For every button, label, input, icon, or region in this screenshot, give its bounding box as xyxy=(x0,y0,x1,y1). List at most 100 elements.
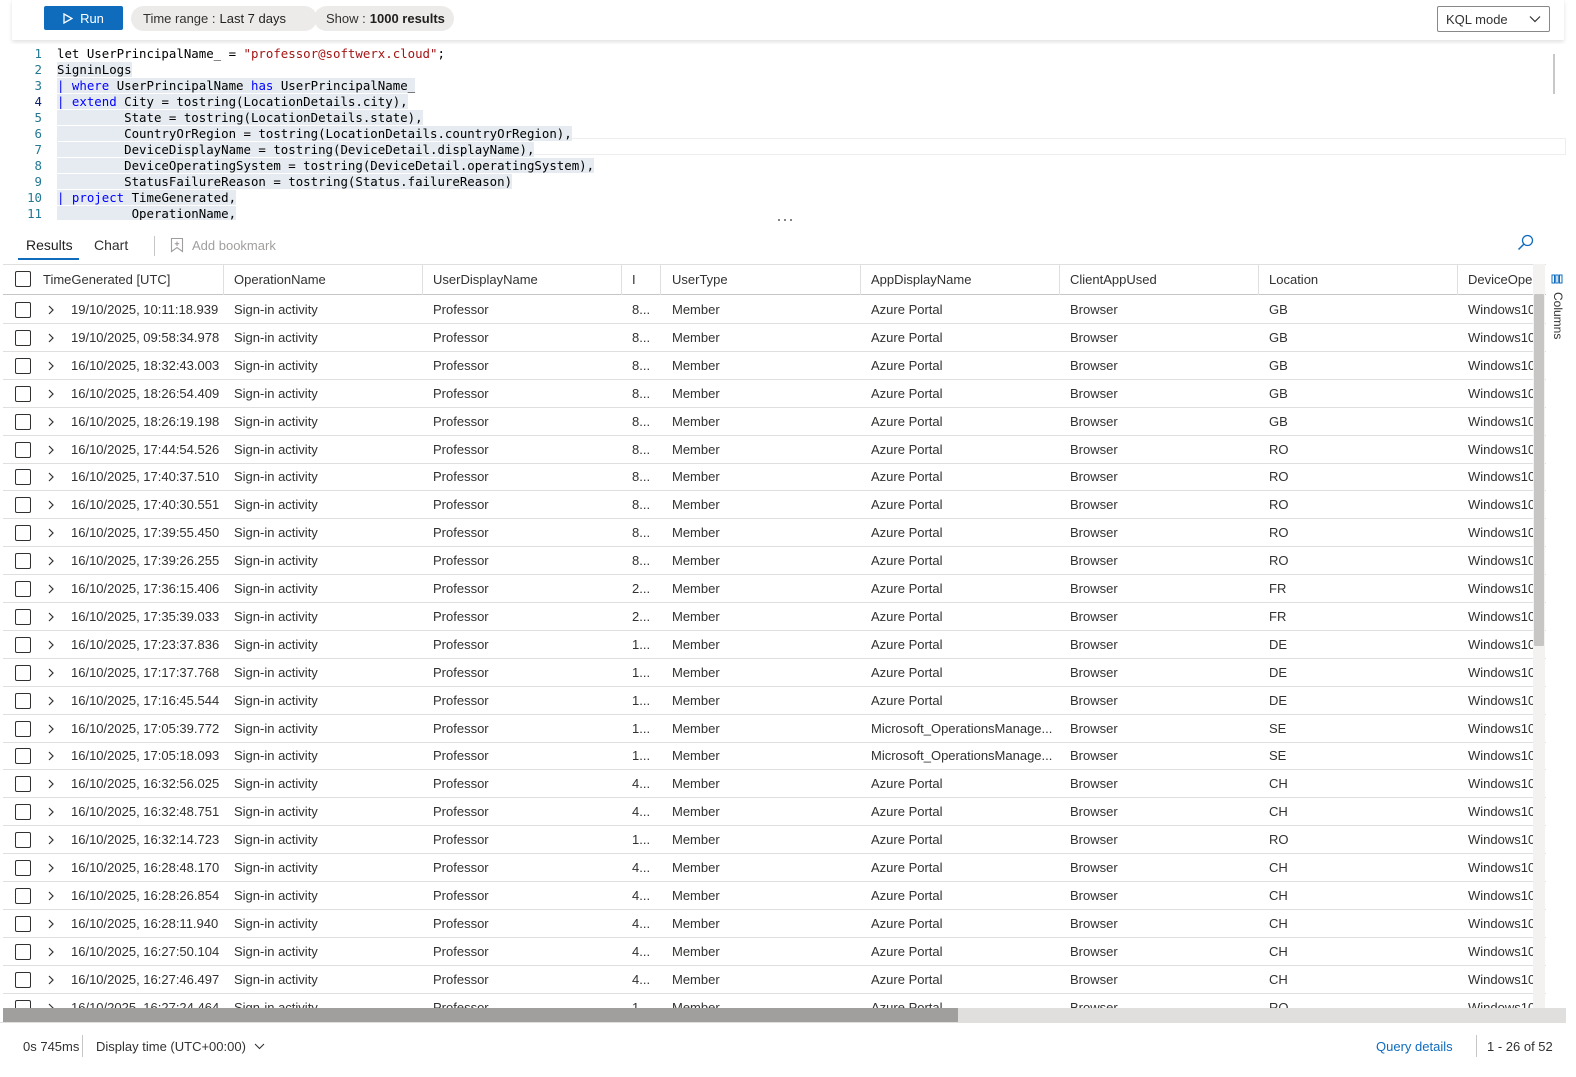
row-checkbox[interactable] xyxy=(15,776,31,793)
column-header[interactable]: AppDisplayName xyxy=(871,265,1064,295)
row-checkbox[interactable] xyxy=(15,720,31,737)
table-row[interactable]: 16/10/2025, 16:27:46.497 Sign-in activity… xyxy=(3,966,1546,994)
table-row[interactable]: 16/10/2025, 17:40:30.551 Sign-in activity… xyxy=(3,491,1546,520)
column-header[interactable]: UserType xyxy=(672,265,865,295)
query-details-link[interactable]: Query details xyxy=(1376,1039,1453,1054)
table-row[interactable]: 16/10/2025, 16:28:48.170 Sign-in activity… xyxy=(3,854,1546,882)
table-row[interactable]: 16/10/2025, 16:32:56.025 Sign-in activity… xyxy=(3,770,1546,799)
chevron-right-icon[interactable] xyxy=(47,500,55,510)
chevron-right-icon[interactable] xyxy=(47,975,55,985)
chevron-right-icon[interactable] xyxy=(47,835,55,845)
chevron-right-icon[interactable] xyxy=(47,472,55,482)
column-resize-handle[interactable] xyxy=(422,265,423,295)
table-row[interactable]: 16/10/2025, 17:23:37.836 Sign-in activity… xyxy=(3,631,1546,659)
column-resize-handle[interactable] xyxy=(1258,265,1259,295)
row-checkbox[interactable] xyxy=(15,748,31,765)
row-checkbox[interactable] xyxy=(15,357,31,374)
table-row[interactable]: 16/10/2025, 16:32:48.751 Sign-in activity… xyxy=(3,798,1546,827)
column-header[interactable]: OperationName xyxy=(234,265,427,295)
table-row[interactable]: 16/10/2025, 17:36:15.406 Sign-in activity… xyxy=(3,575,1546,603)
table-row[interactable]: 16/10/2025, 16:27:24.464 Sign-in activity… xyxy=(3,994,1546,1009)
table-row[interactable]: 16/10/2025, 17:05:39.772 Sign-in activity… xyxy=(3,715,1546,743)
grid-horizontal-scrollbar[interactable] xyxy=(3,1008,1566,1022)
row-checkbox[interactable] xyxy=(15,636,31,653)
tab-results[interactable]: Results xyxy=(26,237,73,253)
row-checkbox[interactable] xyxy=(15,664,31,681)
run-button[interactable]: Run xyxy=(44,6,123,30)
row-checkbox[interactable] xyxy=(15,943,31,960)
chevron-right-icon[interactable] xyxy=(47,333,55,343)
chevron-right-icon[interactable] xyxy=(47,584,55,594)
row-checkbox[interactable] xyxy=(15,971,31,988)
column-header[interactable]: ClientAppUsed xyxy=(1070,265,1263,295)
column-header[interactable]: UserDisplayName xyxy=(433,265,626,295)
row-checkbox[interactable] xyxy=(15,413,31,430)
chevron-right-icon[interactable] xyxy=(47,779,55,789)
table-row[interactable]: 16/10/2025, 18:26:54.409 Sign-in activity… xyxy=(3,380,1546,408)
chevron-right-icon[interactable] xyxy=(47,947,55,957)
display-time-dropdown[interactable]: Display time (UTC+00:00) xyxy=(96,1039,265,1054)
chevron-right-icon[interactable] xyxy=(47,696,55,706)
table-row[interactable]: 16/10/2025, 17:35:39.033 Sign-in activity… xyxy=(3,603,1546,631)
add-bookmark-button[interactable]: Add bookmark xyxy=(170,237,276,253)
query-mode-dropdown[interactable]: KQL mode xyxy=(1437,6,1550,32)
column-resize-handle[interactable] xyxy=(860,265,861,295)
column-resize-handle[interactable] xyxy=(1059,265,1060,295)
columns-panel-label[interactable]: Columns xyxy=(1551,292,1565,339)
table-row[interactable]: 19/10/2025, 10:11:18.939 Sign-in activity… xyxy=(3,296,1546,324)
tab-chart[interactable]: Chart xyxy=(94,237,128,253)
column-resize-handle[interactable] xyxy=(1457,265,1458,295)
chevron-right-icon[interactable] xyxy=(47,612,55,622)
chevron-right-icon[interactable] xyxy=(47,640,55,650)
row-checkbox[interactable] xyxy=(15,915,31,932)
row-checkbox[interactable] xyxy=(15,469,31,486)
row-checkbox[interactable] xyxy=(15,553,31,570)
vertical-scroll-thumb[interactable] xyxy=(1534,294,1544,646)
editor-scrollbar[interactable] xyxy=(1553,54,1555,94)
column-resize-handle[interactable] xyxy=(621,265,622,295)
chevron-right-icon[interactable] xyxy=(47,807,55,817)
table-row[interactable]: 16/10/2025, 17:39:55.450 Sign-in activity… xyxy=(3,519,1546,548)
chevron-right-icon[interactable] xyxy=(47,863,55,873)
table-row[interactable]: 16/10/2025, 17:44:54.526 Sign-in activity… xyxy=(3,436,1546,464)
table-row[interactable]: 16/10/2025, 16:32:14.723 Sign-in activity… xyxy=(3,826,1546,855)
chevron-right-icon[interactable] xyxy=(47,361,55,371)
chevron-right-icon[interactable] xyxy=(47,751,55,761)
row-checkbox[interactable] xyxy=(15,887,31,904)
row-checkbox[interactable] xyxy=(15,804,31,821)
result-limit-picker[interactable]: Show : 1000 results xyxy=(314,6,454,31)
splitter-handle-icon[interactable] xyxy=(776,217,794,223)
table-row[interactable]: 16/10/2025, 17:40:37.510 Sign-in activity… xyxy=(3,463,1546,492)
table-row[interactable]: 16/10/2025, 18:32:43.003 Sign-in activity… xyxy=(3,352,1546,380)
column-header[interactable]: TimeGenerated [UTC] xyxy=(43,265,228,295)
table-row[interactable]: 16/10/2025, 17:17:37.768 Sign-in activity… xyxy=(3,659,1546,687)
chevron-right-icon[interactable] xyxy=(47,389,55,399)
row-checkbox[interactable] xyxy=(15,302,31,318)
row-checkbox[interactable] xyxy=(15,441,31,458)
search-icon[interactable] xyxy=(1517,234,1534,251)
select-all-checkbox[interactable] xyxy=(15,271,31,287)
row-checkbox[interactable] xyxy=(15,525,31,542)
table-row[interactable]: 16/10/2025, 16:28:11.940 Sign-in activity… xyxy=(3,910,1546,938)
row-checkbox[interactable] xyxy=(15,692,31,709)
row-checkbox[interactable] xyxy=(15,497,31,514)
chevron-right-icon[interactable] xyxy=(47,528,55,538)
chevron-right-icon[interactable] xyxy=(47,445,55,455)
row-checkbox[interactable] xyxy=(15,832,31,849)
table-row[interactable]: 16/10/2025, 18:26:19.198 Sign-in activity… xyxy=(3,408,1546,436)
chevron-right-icon[interactable] xyxy=(47,724,55,734)
row-checkbox[interactable] xyxy=(15,329,31,346)
column-resize-handle[interactable] xyxy=(223,265,224,295)
table-row[interactable]: 16/10/2025, 17:16:45.544 Sign-in activity… xyxy=(3,687,1546,715)
column-header[interactable]: Location xyxy=(1269,265,1462,295)
row-checkbox[interactable] xyxy=(15,385,31,402)
table-row[interactable]: 16/10/2025, 16:27:50.104 Sign-in activity… xyxy=(3,938,1546,966)
time-range-picker[interactable]: Time range : Last 7 days xyxy=(131,6,317,31)
row-checkbox[interactable] xyxy=(15,860,31,876)
chevron-right-icon[interactable] xyxy=(47,305,55,315)
table-row[interactable]: 19/10/2025, 09:58:34.978 Sign-in activity… xyxy=(3,324,1546,352)
chevron-right-icon[interactable] xyxy=(47,668,55,678)
chevron-right-icon[interactable] xyxy=(47,417,55,427)
grid-vertical-scrollbar[interactable] xyxy=(1533,264,1545,1009)
column-resize-handle[interactable] xyxy=(660,265,661,295)
